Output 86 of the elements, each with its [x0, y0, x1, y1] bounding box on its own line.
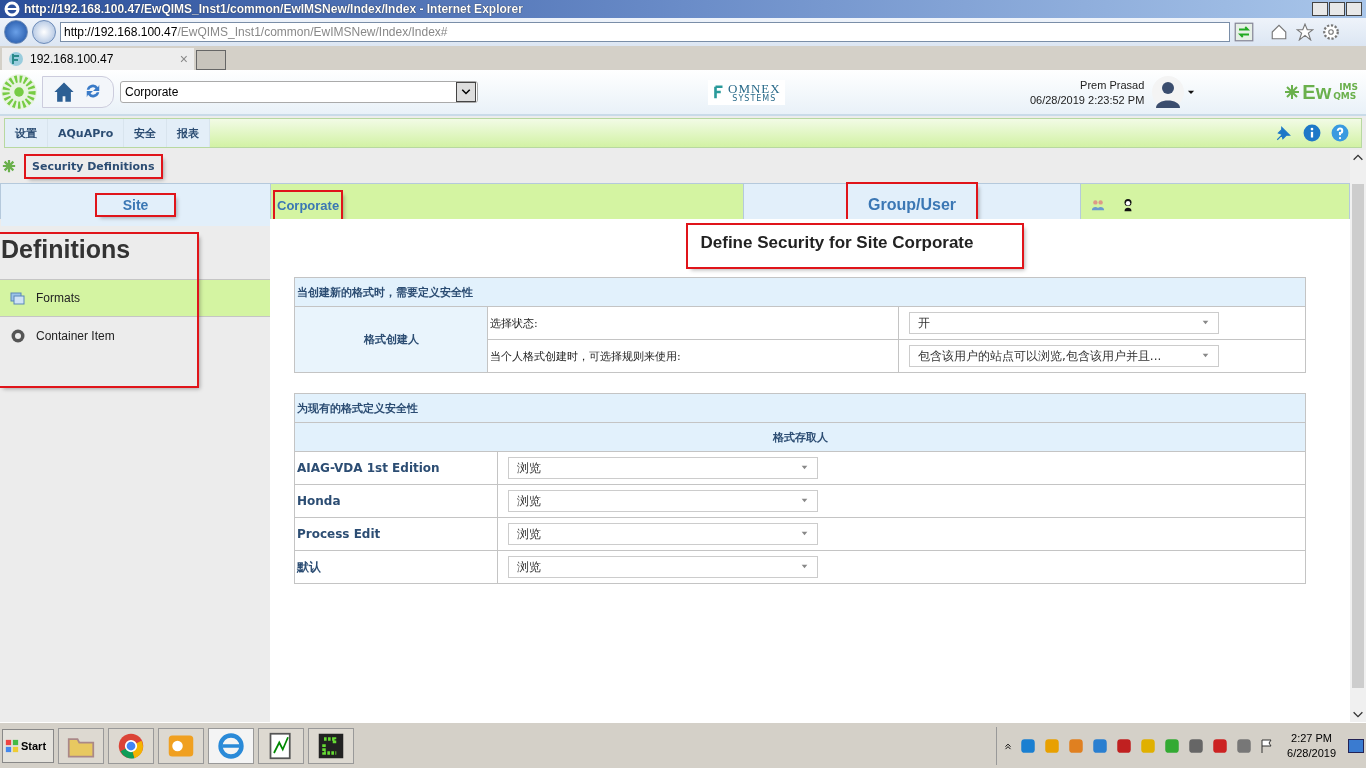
product-superscript: IMS: [1338, 83, 1358, 92]
site-select[interactable]: Corporate: [120, 81, 478, 103]
taskbar-app[interactable]: [258, 727, 304, 764]
chrome-icon: [117, 731, 145, 760]
login-datetime: 06/28/2019 2:23:52 PM: [1029, 93, 1145, 106]
setting-label: 选择状态:: [487, 306, 899, 340]
dropdown[interactable]: 包含该用户的站点可以浏览,包含该用户并且...: [909, 345, 1219, 367]
scrollbar-thumb[interactable]: [1352, 184, 1364, 688]
format-name: 默认: [294, 550, 498, 584]
browser-icon: [4, 1, 20, 17]
sidebar-item[interactable]: Container Item: [0, 317, 270, 355]
site-value: Corporate: [275, 191, 342, 219]
product-subscript: QMS: [1333, 92, 1358, 101]
asterisk-icon: [2, 159, 16, 173]
dropdown[interactable]: 浏览: [508, 556, 818, 578]
documents-icon: [10, 290, 26, 306]
dropdown[interactable]: 开: [909, 312, 1219, 334]
site-label: Site: [96, 195, 175, 215]
menu-tab[interactable]: 安全: [124, 119, 168, 147]
format-name: Honda: [294, 484, 498, 518]
tray-icon[interactable]: [1211, 736, 1230, 755]
product-logo: Ew: [1302, 80, 1332, 104]
breadcrumb: Security Definitions: [26, 155, 161, 177]
windows-flag-icon: [5, 738, 19, 753]
group-icon[interactable]: [1091, 198, 1105, 212]
favorites-star-icon[interactable]: [1296, 23, 1314, 41]
dropdown-arrow-icon: [800, 463, 809, 472]
tray-icon[interactable]: [1091, 736, 1110, 755]
info-icon[interactable]: [1303, 124, 1321, 142]
pin-icon[interactable]: [1275, 124, 1293, 142]
column-header: 格式存取人: [294, 422, 1306, 452]
tray-icon[interactable]: [1019, 736, 1038, 755]
tray-icon[interactable]: [1187, 736, 1206, 755]
vendor-logo-icon: [712, 83, 726, 101]
avatar-icon[interactable]: [1152, 76, 1185, 108]
menu-tab[interactable]: 设置: [5, 119, 48, 147]
section-header: 当创建新的格式时，需要定义安全性: [294, 277, 1306, 307]
page-title: Define Security for Site Corporate: [688, 225, 1022, 267]
browser-tab[interactable]: 192.168.100.47 ×: [2, 48, 194, 70]
minimize-button[interactable]: [1312, 2, 1328, 16]
clock-date: 6/28/2019: [1287, 747, 1336, 759]
gear-icon: [10, 328, 26, 344]
settings-icon[interactable]: [1322, 23, 1340, 41]
taskbar-app[interactable]: [308, 727, 354, 764]
setting-label: 当个人格式创建时，可选择规则来使用:: [487, 339, 899, 373]
clock-time: 2:27 PM: [1291, 732, 1332, 744]
help-icon[interactable]: [1331, 124, 1349, 142]
definitions-heading: Definitions: [0, 234, 132, 265]
tab-title: 192.168.100.47: [30, 52, 114, 66]
home-icon[interactable]: [1270, 23, 1288, 41]
forward-button[interactable]: [32, 20, 56, 44]
restore-button[interactable]: [1329, 2, 1345, 16]
vendor-tagline: SYSTEMS: [732, 94, 777, 103]
row-header: 格式创建人: [294, 306, 488, 373]
tray-icon[interactable]: [1115, 736, 1134, 755]
terminal-icon: [317, 731, 345, 760]
start-button[interactable]: Start: [2, 728, 54, 763]
window-title: http://192.168.100.47/EwQIMS_Inst1/common/EwIMSNew/Index/Index - Internet Explorer: [24, 2, 523, 16]
format-name: AIAG-VDA 1st Edition: [294, 451, 498, 485]
dropdown-arrow-icon: [800, 496, 809, 505]
section-header: 为现有的格式定义安全性: [294, 393, 1306, 423]
menu-tab[interactable]: 报表: [167, 119, 211, 147]
sunburst-logo-icon: [0, 73, 38, 111]
refresh-icon[interactable]: [1234, 22, 1254, 42]
home-icon[interactable]: [53, 81, 75, 103]
dropdown[interactable]: 浏览: [508, 457, 818, 479]
address-field[interactable]: http://192.168.100.47/EwQIMS_Inst1/common/EwIMSNew/Index/Index#: [60, 22, 1230, 42]
dropdown[interactable]: 浏览: [508, 523, 818, 545]
dropdown-arrow-icon: [800, 562, 809, 571]
dropdown[interactable]: 浏览: [508, 490, 818, 512]
dropdown-arrow-icon: [800, 529, 809, 538]
menu-tab[interactable]: AQuAPro: [48, 119, 125, 147]
user-name: Prem Prasad: [1079, 78, 1145, 91]
asterisk-logo-icon: [1284, 84, 1301, 100]
format-name: Process Edit: [294, 517, 498, 551]
dropdown-arrow-icon: [1201, 318, 1210, 327]
browser-icon: [217, 731, 245, 760]
sidebar-item[interactable]: Formats: [0, 279, 270, 317]
back-button[interactable]: [4, 20, 28, 44]
dropdown-arrow-icon: [1201, 351, 1210, 360]
vendor-logo: OMNEX: [728, 81, 781, 95]
tray-icon[interactable]: [1235, 736, 1254, 755]
show-desktop-button[interactable]: [1348, 738, 1364, 753]
new-tab-button[interactable]: [196, 50, 226, 70]
close-button[interactable]: [1346, 2, 1362, 16]
site-logo-icon: [8, 51, 24, 67]
